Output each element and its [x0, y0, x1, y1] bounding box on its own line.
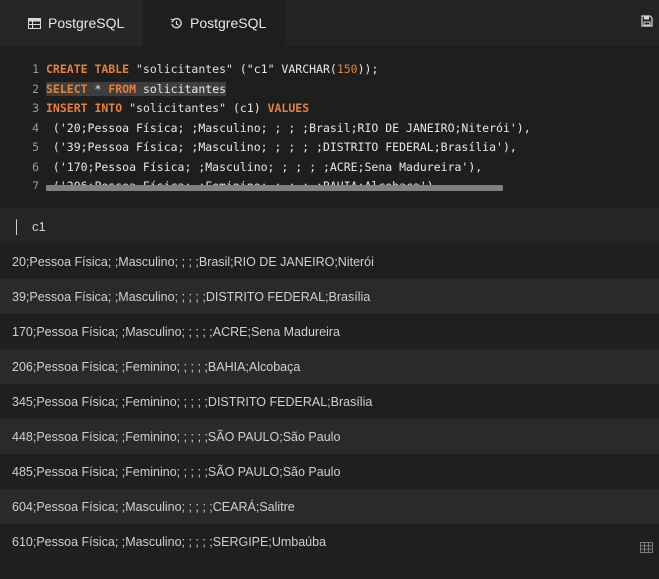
- code-text: ('39;Pessoa Física; ;Masculino; ; ; ; ;D…: [46, 140, 517, 154]
- code-token: VALUES: [267, 101, 310, 115]
- table-icon: [27, 16, 41, 30]
- table-cell: 448;Pessoa Física; ;Feminino; ; ; ; ;SÃO…: [12, 429, 341, 444]
- save-icon: [641, 14, 653, 31]
- table-row[interactable]: 448;Pessoa Física; ;Feminino; ; ; ; ;SÃO…: [0, 419, 659, 454]
- table-row[interactable]: 610;Pessoa Física; ;Masculino; ; ; ; ;SE…: [0, 524, 659, 559]
- code-text: ('20;Pessoa Física; ;Masculino; ; ; ;Bra…: [46, 121, 531, 135]
- code-token: ('39;Pessoa Física; ;Masculino; ; ; ; ;D…: [46, 140, 517, 154]
- tab-postgresql-query[interactable]: PostgreSQL: [143, 0, 285, 46]
- tab-bar: PostgreSQL PostgreSQL: [0, 0, 659, 46]
- result-rows: 20;Pessoa Física; ;Masculino; ; ; ;Brasi…: [0, 244, 659, 559]
- horizontal-scrollbar[interactable]: [46, 185, 503, 191]
- table-row[interactable]: 345;Pessoa Física; ;Feminino; ; ; ; ;DIS…: [0, 384, 659, 419]
- table-cell: 170;Pessoa Física; ;Masculino; ; ; ; ;AC…: [12, 324, 340, 339]
- table-cell: 20;Pessoa Física; ;Masculino; ; ; ;Brasi…: [12, 254, 374, 269]
- table-row[interactable]: 39;Pessoa Física; ;Masculino; ; ; ; ;DIS…: [0, 279, 659, 314]
- code-token: (c1): [226, 101, 268, 115]
- column-drag-icon[interactable]: │: [13, 219, 23, 234]
- table-row[interactable]: 485;Pessoa Física; ;Feminino; ; ; ; ;SÃO…: [0, 454, 659, 489]
- code-text: ('170;Pessoa Física; ;Masculino; ; ; ; ;…: [46, 160, 482, 174]
- code-token: "solicitantes": [136, 62, 233, 76]
- table-cell: 345;Pessoa Física; ;Feminino; ; ; ; ;DIS…: [12, 394, 373, 409]
- code-token: 150: [336, 62, 358, 76]
- tab-label: PostgreSQL: [190, 15, 267, 31]
- tab-label: PostgreSQL: [48, 15, 125, 31]
- code-line[interactable]: 5 ('39;Pessoa Física; ;Masculino; ; ; ; …: [0, 138, 659, 158]
- line-number: 3: [32, 101, 39, 115]
- code-token: FROM: [108, 81, 143, 96]
- line-number: 2: [32, 81, 39, 96]
- table-row[interactable]: 604;Pessoa Física; ;Masculino; ; ; ; ;CE…: [0, 489, 659, 524]
- line-number: 6: [32, 159, 39, 174]
- code-text: CREATE TABLE "solicitantes" ("c1" VARCHA…: [46, 62, 378, 76]
- code-token: CREATE TABLE: [46, 62, 137, 76]
- table-cell: 39;Pessoa Física; ;Masculino; ; ; ; ;DIS…: [12, 289, 371, 304]
- table-cell: 604;Pessoa Física; ;Masculino; ; ; ; ;CE…: [12, 499, 295, 514]
- line-number: 7: [32, 179, 39, 189]
- column-header[interactable]: │ c1: [0, 208, 659, 244]
- column-header-label: c1: [32, 218, 46, 234]
- code-token: ("c1" VARCHAR(: [232, 62, 337, 76]
- code-token: ('170;Pessoa Física; ;Masculino; ; ; ; ;…: [46, 159, 483, 174]
- code-line[interactable]: 4 ('20;Pessoa Física; ;Masculino; ; ; ;B…: [0, 119, 659, 139]
- line-number: 5: [32, 140, 39, 154]
- code-line[interactable]: 3 INSERT INTO "solicitantes" (c1) VALUES: [0, 99, 659, 119]
- editor-viewport: 1 CREATE TABLE "solicitantes" ("c1" VARCH…: [0, 46, 659, 189]
- table-cell: 610;Pessoa Física; ;Masculino; ; ; ; ;SE…: [12, 534, 327, 549]
- code-text: SELECT * FROM solicitantes: [46, 81, 227, 96]
- table-row[interactable]: 20;Pessoa Física; ;Masculino; ; ; ;Brasi…: [0, 244, 659, 279]
- code-token: *: [94, 81, 109, 96]
- code-token: ('20;Pessoa Física; ;Masculino; ; ; ;Bra…: [46, 120, 531, 135]
- code-token: SELECT: [46, 81, 95, 96]
- table-cell: 206;Pessoa Física; ;Feminino; ; ; ; ;BAH…: [12, 359, 301, 374]
- table-row[interactable]: 170;Pessoa Física; ;Masculino; ; ; ; ;AC…: [0, 314, 659, 349]
- history-icon: [169, 16, 183, 30]
- code-line[interactable]: 1 CREATE TABLE "solicitantes" ("c1" VARCH…: [0, 60, 659, 80]
- table-cell: 485;Pessoa Física; ;Feminino; ; ; ; ;SÃO…: [12, 464, 341, 479]
- grid-icon: [640, 540, 653, 557]
- sql-editor[interactable]: 1 CREATE TABLE "solicitantes" ("c1" VARCH…: [0, 46, 659, 200]
- code-lines: 1 CREATE TABLE "solicitantes" ("c1" VARCH…: [0, 60, 659, 189]
- code-token: INSERT INTO: [46, 101, 130, 115]
- table-row[interactable]: 206;Pessoa Física; ;Feminino; ; ; ; ;BAH…: [0, 349, 659, 384]
- code-token: "solicitantes": [129, 101, 227, 115]
- code-line[interactable]: 6 ('170;Pessoa Física; ;Masculino; ; ; ;…: [0, 158, 659, 178]
- save-button[interactable]: [641, 14, 655, 30]
- results-grid: │ c1 20;Pessoa Física; ;Masculino; ; ; ;…: [0, 208, 659, 579]
- line-number: 1: [32, 62, 39, 76]
- line-number: 4: [32, 120, 39, 135]
- code-text: INSERT INTO "solicitantes" (c1) VALUES: [46, 101, 309, 115]
- code-line[interactable]: 2 SELECT * FROM solicitantes: [0, 80, 659, 100]
- code-token: ));: [357, 62, 379, 76]
- code-token: solicitantes: [142, 81, 227, 96]
- grid-view-button[interactable]: [640, 540, 654, 553]
- tab-postgresql-schema[interactable]: PostgreSQL: [0, 0, 143, 46]
